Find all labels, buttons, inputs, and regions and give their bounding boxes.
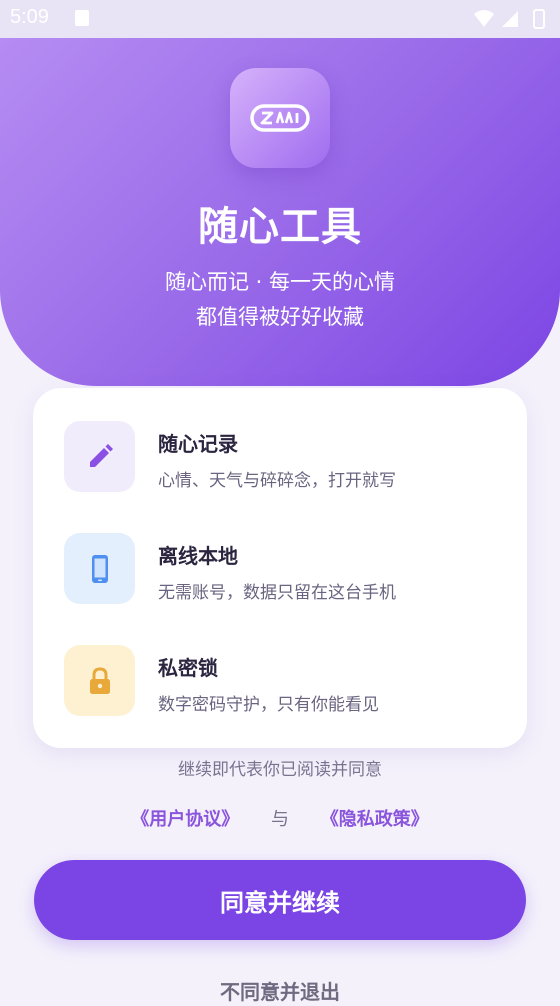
user-agreement-link[interactable]: 《用户协议》 [131,809,239,830]
tagline-line-2: 都值得被好好收藏 [196,305,364,329]
privacy-policy-link[interactable]: 《隐私政策》 [321,809,429,830]
agreement-links: 《用户协议》 与 《隐私政策》 [0,805,560,831]
app-logo-icon [230,68,330,168]
lock-icon [64,645,135,716]
agreement-text: 继续即代表你已阅读并同意 [178,760,382,780]
phone-icon [64,533,135,604]
signal-icon [502,11,518,27]
disagree-exit-button[interactable]: 不同意并退出 [0,975,560,1006]
feature-description: 无需账号，数据只留在这台手机 [158,583,396,603]
feature-title: 离线本地 [158,544,238,568]
feature-title: 私密锁 [158,656,218,680]
agree-continue-button[interactable]: 同意并继续 [34,860,526,940]
status-time: 5:09 [10,6,49,28]
photo-icon [75,10,89,26]
welcome-header: 随心工具 随心而记 · 每一天的心情 都值得被好好收藏 [0,38,560,386]
wifi-icon [474,10,494,27]
feature-description: 心情、天气与碎碎念，打开就写 [158,471,396,491]
battery-icon [533,9,545,29]
feature-description: 数字密码守护，只有你能看见 [158,695,379,715]
agreement-separator: 与 [271,809,289,830]
feature-title: 随心记录 [158,432,238,456]
status-icons [472,8,552,34]
pencil-icon [64,421,135,492]
tagline-line-1: 随心而记 · 每一天的心情 [164,270,396,294]
app-title: 随心工具 [198,204,362,250]
feature-card: 随心记录 心情、天气与碎碎念，打开就写 离线本地 无需账号，数据只留在这台手机 … [33,388,527,748]
status-bar: 5:09 [0,0,560,38]
feature-item-lock: 私密锁 数字密码守护，只有你能看见 [64,645,504,717]
feature-item-record: 随心记录 心情、天气与碎碎念，打开就写 [64,421,504,493]
feature-item-offline: 离线本地 无需账号，数据只留在这台手机 [64,533,504,605]
